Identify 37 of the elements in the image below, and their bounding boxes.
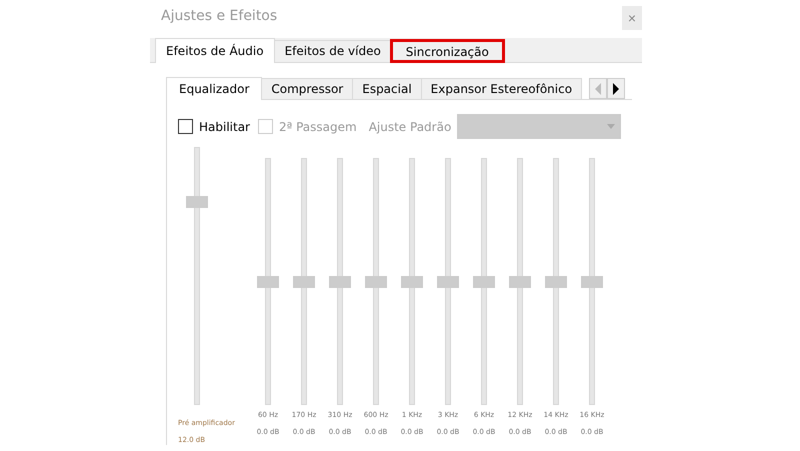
slider-thumb[interactable] [186,196,208,208]
tab[interactable]: Compressor [261,78,354,99]
vertical-slider[interactable] [257,158,279,405]
slider-thumb[interactable] [545,276,567,288]
triangle-icon [595,82,602,94]
vertical-slider[interactable] [437,158,459,405]
window-title: Ajustes e Efeitos [161,8,278,24]
slider-thumb[interactable] [257,276,279,288]
slider-thumb[interactable] [581,276,603,288]
slider-thumb[interactable] [329,276,351,288]
slider-thumb[interactable] [437,276,459,288]
dropdown-label: Ajuste Padrão [368,120,452,134]
vertical-slider[interactable] [293,158,315,405]
vertical-slider[interactable] [473,158,495,405]
vertical-slider[interactable] [401,158,423,405]
vertical-slider[interactable] [329,158,351,405]
vertical-slider[interactable] [509,158,531,405]
vertical-slider[interactable] [186,147,208,405]
vertical-slider[interactable] [365,158,387,405]
triangle-icon [613,82,620,94]
vertical-slider[interactable] [545,158,567,405]
vertical-slider[interactable] [581,158,603,405]
checkbox-label: 2ª Passagem [279,120,357,134]
tab[interactable]: Espacial [352,78,422,99]
slider-thumb[interactable] [473,276,495,288]
tab[interactable]: Sincronização [390,40,504,62]
tab[interactable]: Efeitos de Áudio [155,38,275,63]
tab[interactable]: Equalizador [166,77,262,100]
slider-thumb[interactable] [401,276,423,288]
slider-thumb[interactable] [509,276,531,288]
scroll-right-button[interactable] [607,78,626,99]
caret-icon [607,124,616,129]
slider-thumb[interactable] [365,276,387,288]
checkbox-label: Habilitar [199,120,250,134]
checkbox[interactable] [178,119,193,134]
tab[interactable]: Expansor Estereofônico [420,78,582,99]
slider-thumb[interactable] [293,276,315,288]
